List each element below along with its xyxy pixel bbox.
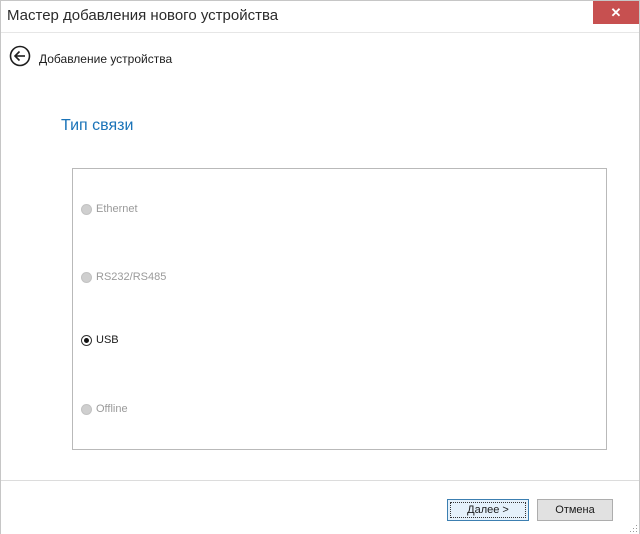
radio-label: Offline (96, 403, 128, 415)
connection-type-group: Ethernet RS232/RS485 USB Offline (72, 168, 607, 450)
radio-ethernet[interactable]: Ethernet (81, 201, 138, 217)
title-bar[interactable]: Мастер добавления нового устройства ✕ (1, 1, 639, 32)
radio-circle (81, 203, 92, 215)
focus-ring (450, 502, 526, 518)
radio-circle (81, 271, 92, 283)
cancel-button[interactable]: Отмена (537, 499, 613, 521)
radio-circle-checked (81, 334, 92, 346)
window-title: Мастер добавления нового устройства (7, 7, 279, 24)
radio-rs232-rs485[interactable]: RS232/RS485 (81, 269, 166, 285)
close-button[interactable]: ✕ (593, 1, 639, 24)
next-button[interactable]: Далее > (447, 499, 529, 521)
wizard-window: Мастер добавления нового устройства ✕ До… (0, 0, 640, 534)
back-button[interactable] (9, 45, 31, 67)
radio-label: RS232/RS485 (96, 271, 167, 283)
radio-offline[interactable]: Offline (81, 401, 128, 417)
section-heading: Тип связи (61, 117, 134, 134)
close-icon: ✕ (610, 5, 622, 20)
radio-label: Ethernet (96, 203, 138, 215)
arrow-left-circle-icon (9, 45, 31, 67)
radio-usb[interactable]: USB (81, 332, 119, 348)
page-title: Добавление устройства (39, 52, 173, 66)
wizard-nav-bar: Добавление устройства (1, 32, 639, 91)
radio-circle (81, 403, 92, 415)
resize-grip-icon[interactable] (630, 525, 638, 533)
wizard-footer: Далее > Отмена (1, 480, 639, 534)
radio-label: USB (96, 334, 119, 346)
wizard-content: Тип связи Ethernet RS232/RS485 USB Offli… (1, 90, 639, 479)
